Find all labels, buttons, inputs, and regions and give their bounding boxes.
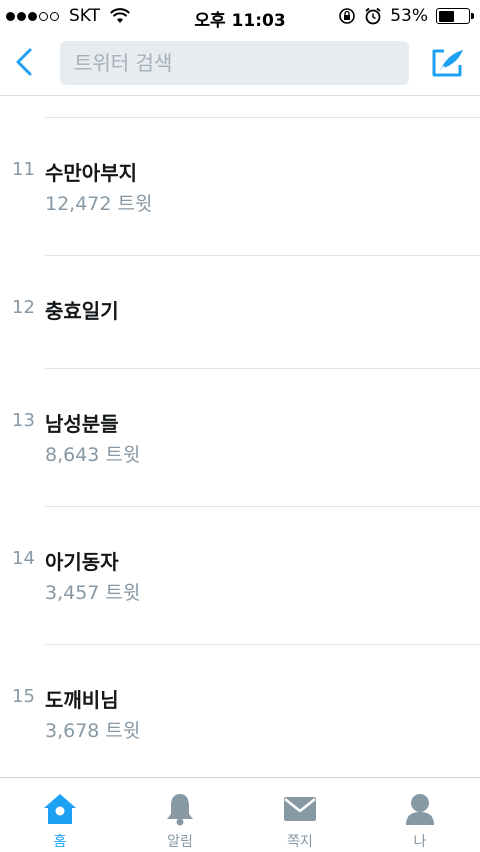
trend-name: 도깨비님 [45, 688, 119, 712]
chevron-left-icon [16, 48, 32, 76]
divider [45, 506, 480, 507]
tab-label: 알림 [167, 834, 193, 850]
alarm-icon [365, 7, 381, 25]
nav-bar [0, 34, 480, 96]
compose-tweet-button[interactable] [428, 45, 468, 81]
trend-rank: 12 [12, 297, 35, 318]
trend-rank: 11 [12, 159, 35, 180]
tab-home[interactable]: 홈 [0, 778, 120, 852]
tab-label: 나 [413, 834, 427, 850]
trend-name: 아기동자 [45, 550, 119, 574]
tab-label: 홈 [53, 834, 67, 850]
tab-messages[interactable]: 쪽지 [240, 778, 360, 852]
battery-percent: 53% [390, 6, 428, 26]
compose-icon [432, 49, 463, 77]
tab-bar: 홈 알림 쪽지 나 [0, 777, 480, 852]
trend-name: 수만아부지 [45, 161, 137, 185]
envelope-icon [282, 791, 318, 827]
rotation-lock-icon [339, 8, 356, 24]
tab-notifications[interactable]: 알림 [120, 778, 240, 852]
trend-item[interactable]: 15 도깨비님 3,678 트윗 [0, 686, 480, 746]
divider [45, 368, 480, 369]
trend-tweet-count: 8,643 트윗 [45, 444, 141, 466]
trend-item[interactable]: 14 아기동자 3,457 트윗 [0, 548, 480, 608]
divider [45, 644, 480, 645]
bell-icon [162, 791, 198, 827]
battery-fill [438, 10, 454, 22]
battery-tip [471, 13, 474, 19]
home-icon [42, 791, 78, 827]
trend-list: 11 수만아부지 12,472 트윗 12 충효일기 13 남성분들 8,643… [0, 97, 480, 777]
trend-tweet-count: 3,678 트윗 [45, 720, 141, 742]
trend-item[interactable]: 12 충효일기 [0, 297, 480, 337]
divider [45, 117, 480, 118]
divider [45, 255, 480, 256]
person-icon [402, 791, 438, 827]
status-right: 53% [338, 6, 474, 26]
trend-tweet-count: 3,457 트윗 [45, 582, 141, 604]
trend-name: 남성분들 [45, 412, 119, 436]
trend-item[interactable]: 11 수만아부지 12,472 트윗 [0, 159, 480, 219]
tab-label: 쪽지 [287, 834, 313, 850]
trend-name: 충효일기 [45, 299, 119, 323]
trend-tweet-count: 12,472 트윗 [45, 193, 153, 215]
trend-item[interactable]: 13 남성분들 8,643 트윗 [0, 410, 480, 470]
tab-me[interactable]: 나 [360, 778, 480, 852]
trend-rank: 15 [12, 686, 35, 707]
battery-icon [436, 8, 474, 24]
status-bar: SKT 오후 11:03 53% [0, 0, 480, 34]
page: SKT 오후 11:03 53% 트위터 검색 11 수만아부지 12,472 … [0, 0, 480, 852]
trend-rank: 14 [12, 548, 35, 569]
trend-rank: 13 [12, 410, 35, 431]
back-button[interactable] [8, 44, 40, 80]
search-input[interactable] [60, 41, 409, 85]
